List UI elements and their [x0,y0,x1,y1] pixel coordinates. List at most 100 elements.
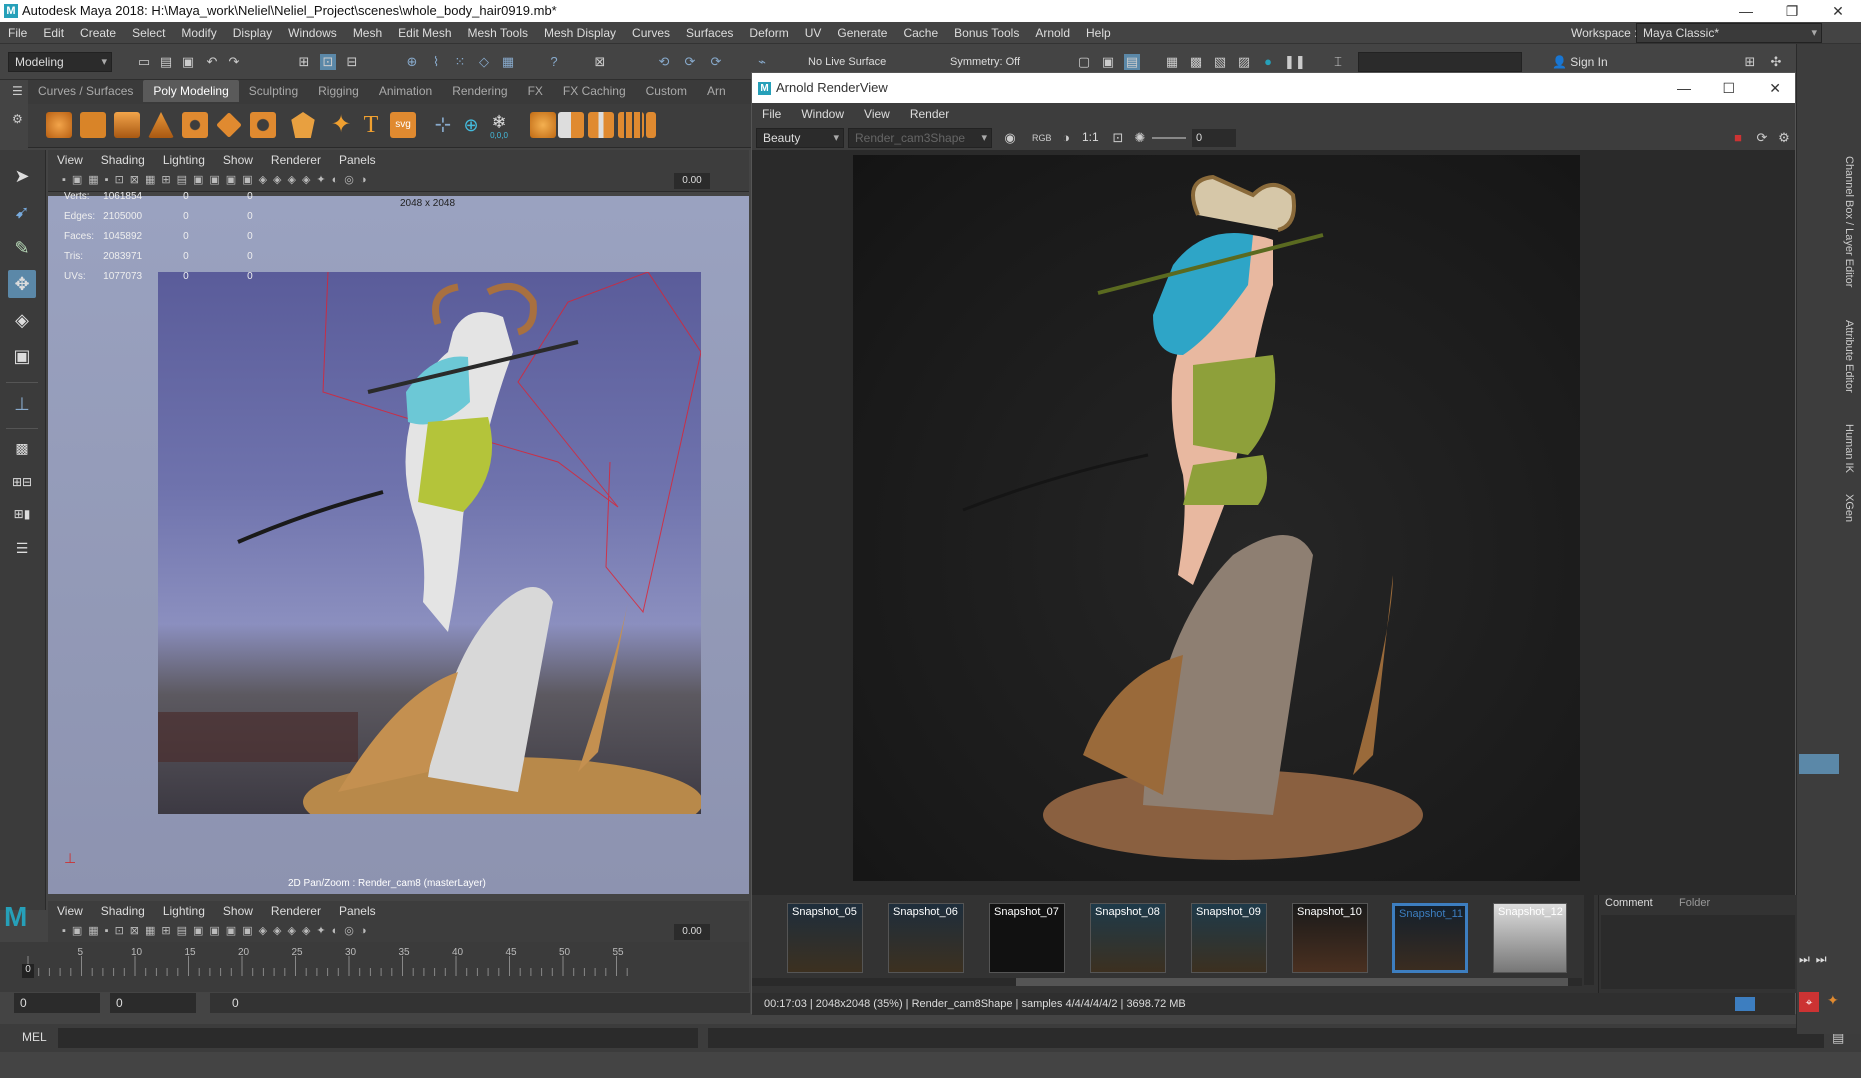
attribute-toggle-icon[interactable]: ✣ [1768,54,1784,70]
menu-create[interactable]: Create [72,22,124,44]
render-settings-gear-icon[interactable]: ⚙ [1776,130,1792,146]
panel-menu-lighting[interactable]: Lighting [154,150,214,170]
snapshot-scrollbar[interactable] [752,978,1582,986]
lut-icon[interactable]: ◑ [1058,130,1074,146]
arnold-menu-window[interactable]: Window [791,103,854,125]
range-slider-bar[interactable]: 0 [210,993,750,1013]
input-ops-icon[interactable]: ⟳ [682,54,698,70]
svg-tool-icon[interactable]: svg [390,112,416,138]
shelf-tab-curves[interactable]: Curves / Surfaces [28,80,143,102]
bridge-icon[interactable] [646,112,656,138]
arnold-render-icon[interactable]: ▤ [1124,54,1140,70]
menu-display[interactable]: Display [225,22,280,44]
separate-icon[interactable] [558,112,584,138]
menu-curves[interactable]: Curves [624,22,678,44]
menu-windows[interactable]: Windows [280,22,345,44]
shelf-tab-fx[interactable]: FX [518,80,553,102]
workspace-dropdown[interactable]: Maya Classic* [1636,23,1822,43]
panel-menu-view[interactable]: View [48,150,92,170]
menu-help[interactable]: Help [1078,22,1119,44]
visibility-toggle-icon[interactable] [1735,997,1755,1011]
outliner-layout-icon[interactable]: ☰ [8,534,36,562]
poly-disc-icon[interactable] [250,112,276,138]
ipr-icon[interactable]: ▦ [1164,54,1180,70]
render-view-icon[interactable]: ▨ [1236,54,1252,70]
ipr-play-icon[interactable]: ● [1260,54,1276,70]
snapshot-08[interactable]: Snapshot_08 [1090,903,1166,973]
menu-mesh-tools[interactable]: Mesh Tools [460,22,536,44]
paint-select-tool-icon[interactable]: ✎ [8,234,36,262]
snapshot-07[interactable]: Snapshot_07 [989,903,1065,973]
arnold-minimize-button[interactable]: — [1677,73,1691,103]
shelf-tab-animation[interactable]: Animation [369,80,442,102]
poly-sphere-icon[interactable] [46,112,72,138]
manipulator-icon[interactable]: ⊥ [8,390,36,418]
menu-select[interactable]: Select [124,22,173,44]
smooth-icon[interactable] [588,112,614,138]
auto-key-icon[interactable]: ⌖ [1799,992,1819,1012]
render-seq-icon[interactable]: ▣ [1100,54,1116,70]
snapshot-05[interactable]: Snapshot_05 [787,903,863,973]
menu-deform[interactable]: Deform [741,22,796,44]
comment-textarea[interactable] [1601,915,1795,989]
menu-mesh[interactable]: Mesh [345,22,390,44]
snap-grid-icon[interactable]: ⊕ [404,54,420,70]
arnold-close-button[interactable]: ✕ [1769,73,1781,103]
menu-surfaces[interactable]: Surfaces [678,22,741,44]
shelf-tab-poly-modeling[interactable]: Poly Modeling [143,80,239,102]
menu-cache[interactable]: Cache [895,22,946,44]
menu-mesh-display[interactable]: Mesh Display [536,22,624,44]
text-tool-icon[interactable]: T [358,112,384,138]
range-inner-field[interactable]: 0 [110,993,196,1013]
menu-edit[interactable]: Edit [35,22,72,44]
crop-region-icon[interactable]: ⊡ [1110,130,1126,146]
exposure-value-field[interactable]: 0 [1192,129,1236,147]
tab-attribute-editor[interactable]: Attribute Editor [1843,320,1855,393]
shelf-tab-arnold[interactable]: Arn [697,80,736,102]
hypershade-icon[interactable]: ▩ [1188,54,1204,70]
stop-render-icon[interactable]: ■ [1730,130,1746,146]
combine-icon[interactable] [530,112,556,138]
extrude-icon[interactable] [618,112,644,138]
render-frame-icon[interactable]: ▢ [1076,54,1092,70]
tab-human-ik[interactable]: Human IK [1843,424,1855,473]
live-surface-field[interactable]: No Live Surface [808,52,900,72]
display-channel-icon[interactable]: ◉ [1002,130,1018,146]
snapshot-10[interactable]: Snapshot_10 [1292,903,1368,973]
select-object-icon[interactable]: ⊡ [320,54,336,70]
open-scene-icon[interactable]: ▤ [158,54,174,70]
outliner-toggle-icon[interactable]: ⊞ [1742,54,1758,70]
poly-cylinder-icon[interactable] [114,112,140,138]
snap-view-icon[interactable]: ◇ [476,54,492,70]
arnold-menu-view[interactable]: View [854,103,900,125]
select-tool-icon[interactable]: ➤ [8,162,36,190]
menu-edit-mesh[interactable]: Edit Mesh [390,22,459,44]
menu-arnold[interactable]: Arnold [1027,22,1078,44]
ipr-pause-icon[interactable]: ❚❚ [1284,54,1306,70]
current-frame-marker[interactable]: 0 [22,964,34,978]
lower-panel-menu-lighting[interactable]: Lighting [154,901,214,921]
rotate-tool-icon[interactable]: ◈ [8,306,36,334]
new-scene-icon[interactable]: ▭ [136,54,152,70]
measure-icon[interactable]: ⊹ [430,112,456,138]
command-input[interactable] [58,1028,698,1048]
range-start-field[interactable]: 0 [14,993,100,1013]
snap-curve-icon[interactable]: ⌇ [428,54,444,70]
select-component-icon[interactable]: ⊟ [344,54,360,70]
super-shape-icon[interactable]: ✦ [328,112,354,138]
aov-dropdown[interactable]: Beauty [756,128,844,148]
lower-panel-menu-renderer[interactable]: Renderer [262,901,330,921]
arnold-menu-render[interactable]: Render [900,103,959,125]
poly-cone-icon[interactable] [148,112,174,138]
lower-panel-menu-show[interactable]: Show [214,901,262,921]
exposure-icon[interactable]: ✺ [1132,130,1148,146]
arnold-maximize-button[interactable]: ☐ [1722,73,1735,103]
panel-menu-show[interactable]: Show [214,150,262,170]
shelf-tab-rendering[interactable]: Rendering [442,80,517,102]
create-locator-icon[interactable]: ⊕ [458,112,484,138]
shelf-tab-custom[interactable]: Custom [636,80,697,102]
lower-panel-menu-shading[interactable]: Shading [92,901,154,921]
panel-menu-panels[interactable]: Panels [330,150,385,170]
quick-search-field[interactable] [1358,52,1522,72]
four-view-layout-icon[interactable]: ⊞⊟ [8,468,36,496]
